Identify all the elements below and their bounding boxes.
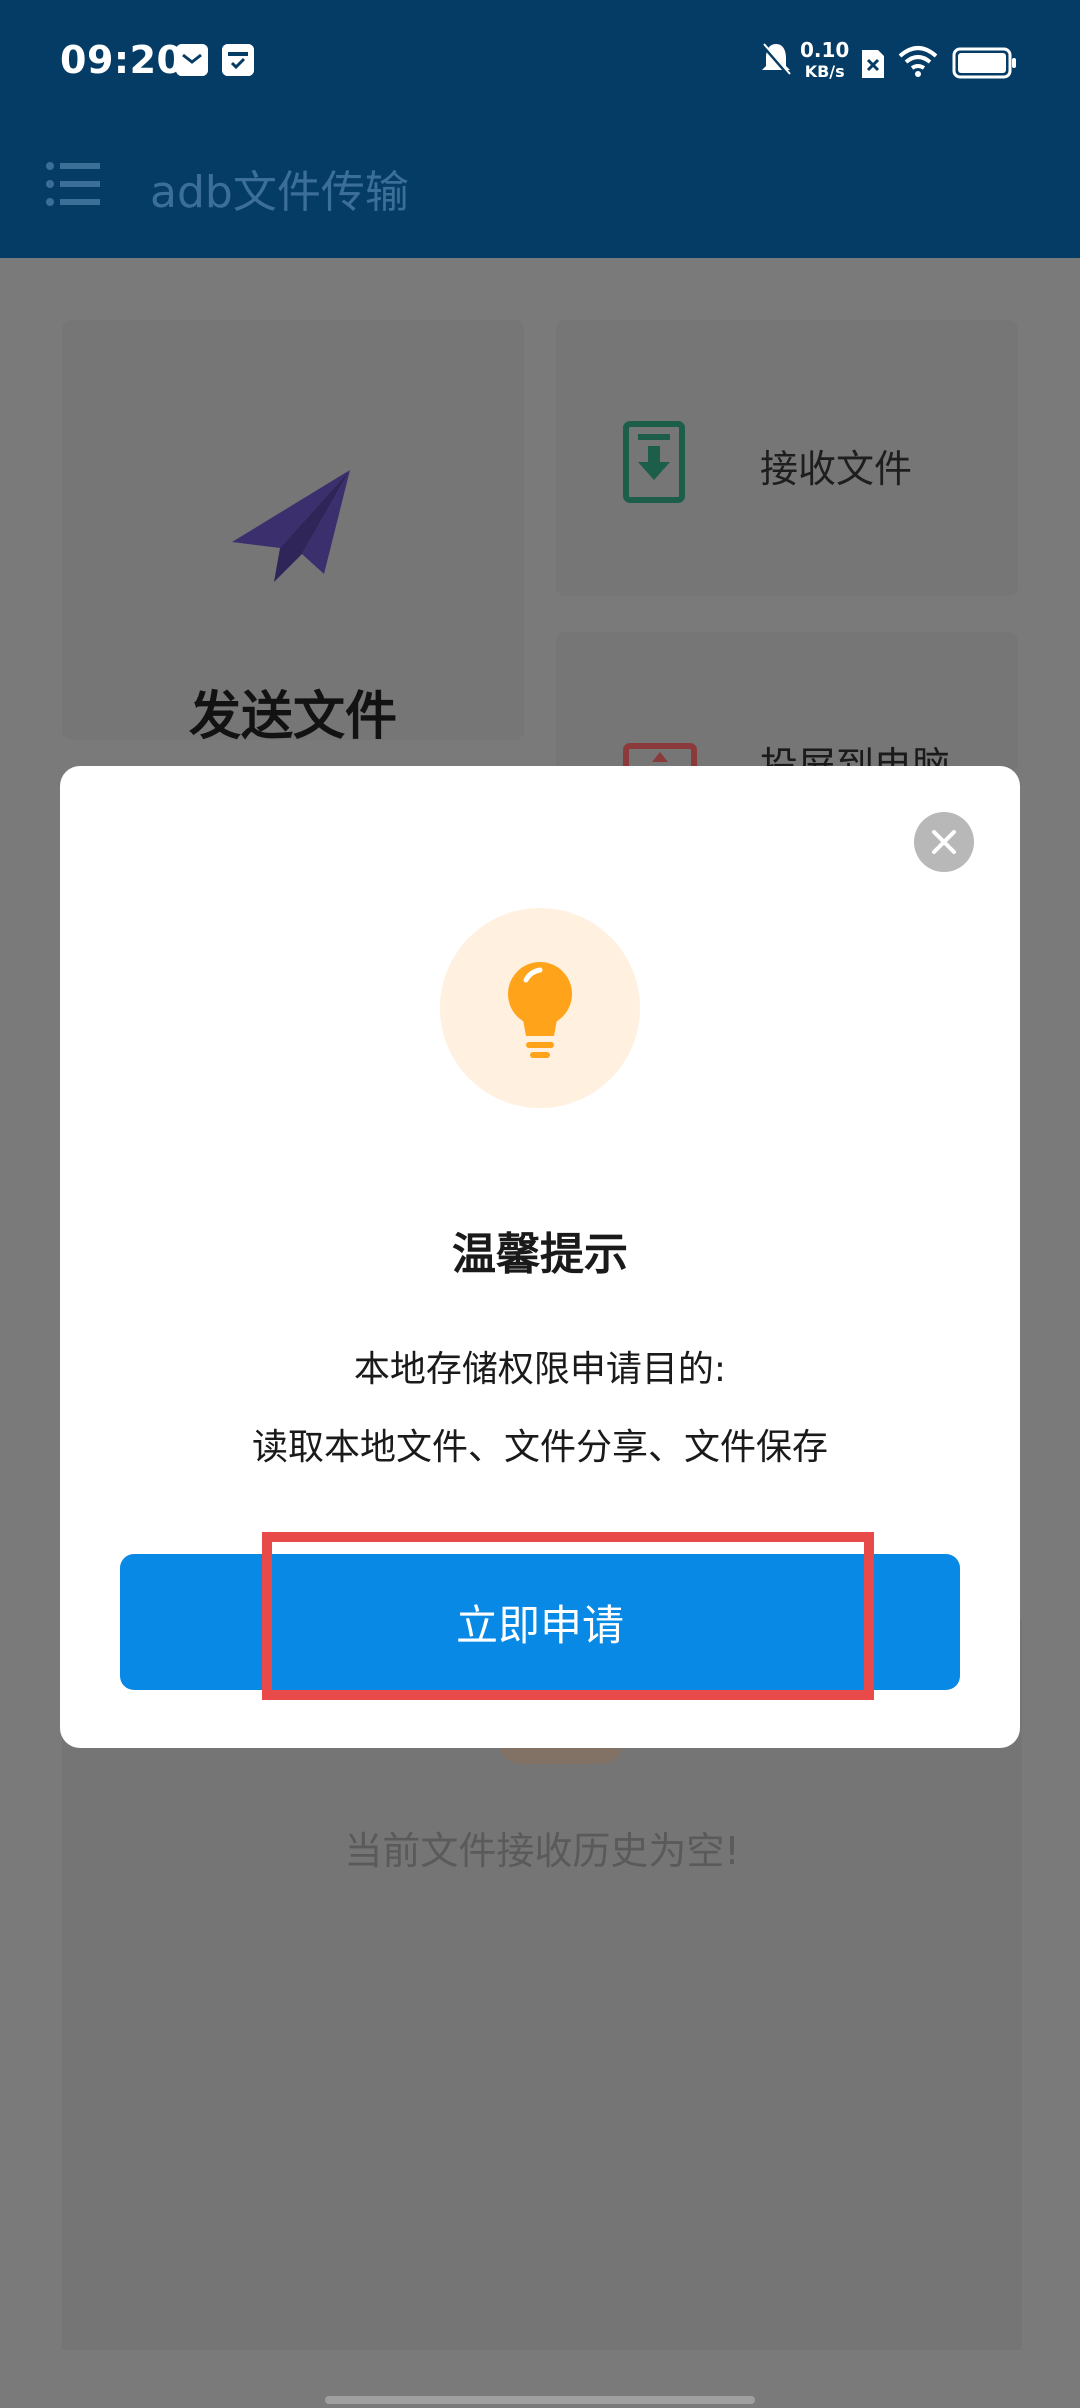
status-time: 09:20 bbox=[60, 38, 184, 82]
dialog-message-line1: 本地存储权限申请目的: bbox=[353, 1349, 727, 1390]
net-speed-unit: KB/s bbox=[804, 62, 845, 81]
download-file-icon bbox=[622, 420, 686, 504]
close-icon[interactable] bbox=[914, 812, 974, 872]
battery-icon bbox=[952, 46, 1018, 84]
cast-to-computer-label: 投屏到电脑 bbox=[760, 746, 950, 766]
receive-file-label: 接收文件 bbox=[760, 447, 913, 491]
net-speed-value: 0.10 bbox=[800, 38, 850, 62]
wifi-icon bbox=[898, 44, 938, 82]
dialog-title: 温馨提示 bbox=[452, 1229, 628, 1280]
home-indicator[interactable] bbox=[325, 2396, 755, 2404]
send-file-label: 发送文件 bbox=[188, 687, 397, 747]
paper-plane-icon bbox=[228, 462, 358, 592]
hamburger-menu-icon[interactable] bbox=[46, 158, 102, 210]
apply-now-button[interactable]: 立即申请 bbox=[120, 1554, 960, 1690]
empty-history-text: 当前文件接收历史为空! bbox=[344, 1829, 740, 1873]
dialog-message-line2: 读取本地文件、文件分享、文件保存 bbox=[251, 1427, 828, 1468]
status-bar: 09:20 0.10 KB/s bbox=[0, 0, 1080, 128]
lightbulb-icon bbox=[440, 908, 640, 1108]
app-title: adb文件传输 bbox=[150, 167, 409, 218]
mail-icon bbox=[176, 44, 208, 76]
mute-bell-icon bbox=[758, 40, 794, 84]
net-speed: 0.10 KB/s bbox=[800, 40, 849, 82]
no-sim-icon bbox=[860, 48, 886, 84]
calendar-check-icon bbox=[222, 44, 254, 76]
